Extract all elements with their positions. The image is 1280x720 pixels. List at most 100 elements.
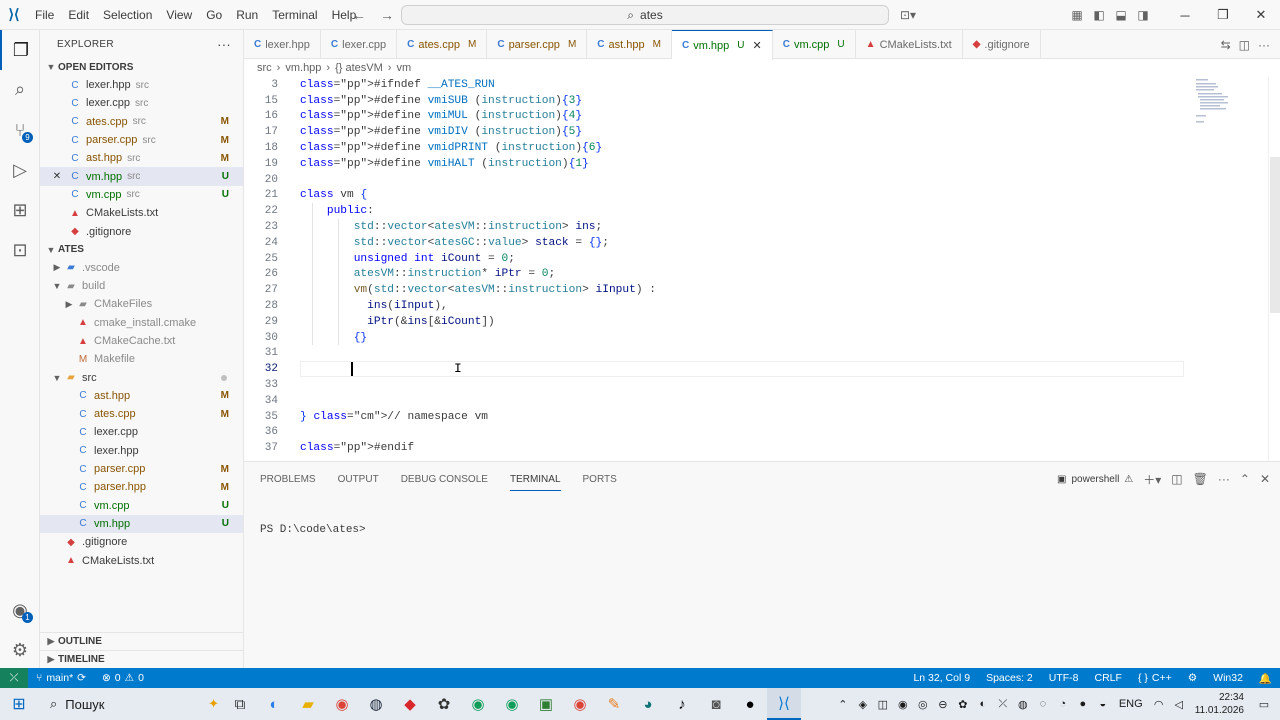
project-header[interactable]: ▼ ATES (40, 241, 243, 259)
accounts-icon[interactable]: ◉ 1 (0, 590, 40, 630)
more-actions-icon[interactable]: ··· (1258, 38, 1270, 52)
tray-app-icon[interactable]: ✿ (953, 698, 973, 711)
tree-item[interactable]: ▲ CMakeCache.txt (40, 332, 243, 350)
tree-item[interactable]: Clexer.hpp (40, 442, 243, 460)
remote-explorer-icon[interactable]: ⊡ (0, 230, 40, 270)
open-editor-item[interactable]: ✕ Cvm.hpp src U (40, 167, 243, 186)
tree-item[interactable]: ◆ .gitignore (40, 533, 243, 551)
tab-close-icon[interactable]: ✕ (753, 39, 762, 52)
windows-start-icon[interactable]: ⊞ (0, 688, 38, 720)
tree-item[interactable]: ▼ ▰ src (40, 368, 243, 386)
timeline-header[interactable]: ▶ TIMELINE (40, 650, 243, 668)
breadcrumb-item[interactable]: {} atesVM (335, 62, 383, 74)
tree-item[interactable]: Cast.hpp M (40, 387, 243, 405)
taskbar-search[interactable]: ⌕ Пошук ✦ (38, 688, 223, 720)
close-window-button[interactable]: ✕ (1242, 0, 1280, 30)
app-red-icon[interactable]: ◆ (393, 688, 427, 720)
extensions-icon[interactable]: ⊞ (0, 190, 40, 230)
open-editor-item[interactable]: Cparser.cpp src M (40, 131, 243, 149)
camera-icon[interactable]: ◙ (699, 688, 733, 720)
tree-item[interactable]: Cates.cpp M (40, 405, 243, 423)
tree-item[interactable]: ▶ ▰ CMakeFiles (40, 295, 243, 313)
tray-app-icon[interactable]: ◍ (1013, 698, 1033, 711)
menu-edit[interactable]: Edit (61, 0, 96, 30)
back-arrow-icon[interactable]: ← (352, 7, 366, 23)
code-editor[interactable]: 3 class="pp">#ifndef __ATES_RUN 15 class="p… (244, 77, 1268, 461)
chrome-icon[interactable]: ◉ (563, 688, 597, 720)
tree-item[interactable]: ▲ cmake_install.cmake (40, 314, 243, 332)
open-editor-item[interactable]: Clexer.cpp src (40, 94, 243, 112)
breadcrumb-item[interactable]: vm (396, 62, 411, 74)
open-changes-icon[interactable]: ⇆ (1221, 38, 1231, 52)
volume-icon[interactable]: ◁ (1169, 698, 1189, 711)
close-icon[interactable]: ✕ (50, 171, 64, 182)
chrome-icon[interactable]: ◉ (495, 688, 529, 720)
explorer-icon[interactable]: ❐ (0, 30, 40, 70)
scrollbar-thumb[interactable] (1270, 157, 1280, 313)
terminal-shell-selector[interactable]: ▣ powershell ⚠ (1057, 474, 1133, 485)
tray-app-icon[interactable]: ◐ (973, 698, 993, 710)
tab-ates-cpp[interactable]: Cates.cpp M (397, 30, 488, 59)
github-icon[interactable]: ● (733, 688, 767, 720)
tree-item[interactable]: Clexer.cpp (40, 423, 243, 441)
panel-tab-terminal[interactable]: TERMINAL (509, 468, 561, 491)
tray-app-icon[interactable]: ◌ (1033, 698, 1053, 710)
kill-terminal-icon[interactable]: 🗑 (1193, 472, 1208, 486)
chrome-icon[interactable]: ◉ (325, 688, 359, 720)
notification-center-icon[interactable]: ▭ (1254, 698, 1274, 711)
more-actions-icon[interactable]: ··· (217, 37, 231, 52)
tab-lexer-hpp[interactable]: Clexer.hpp (244, 30, 321, 59)
panel-tab-debug-console[interactable]: DEBUG CONSOLE (401, 474, 488, 485)
tab-vm-cpp[interactable]: Cvm.cpp U (773, 30, 856, 59)
tray-app-icon[interactable]: ⊖ (933, 698, 953, 711)
editor-scrollbar[interactable] (1268, 77, 1280, 461)
forward-arrow-icon[interactable]: → (380, 7, 394, 23)
file-explorer-icon[interactable]: ▰ (291, 688, 325, 720)
copilot-app-icon[interactable]: ◐ (257, 688, 291, 720)
tab-lexer-cpp[interactable]: Clexer.cpp (321, 30, 398, 59)
command-center-search[interactable]: ⌕ ates (401, 5, 889, 25)
close-panel-icon[interactable]: ✕ (1260, 472, 1270, 486)
app-green-icon[interactable]: ▣ (529, 688, 563, 720)
maximize-button[interactable]: ❐ (1204, 0, 1242, 30)
cursor-position[interactable]: Ln 32, Col 9 (905, 672, 978, 684)
toggle-secondary-sidebar-icon[interactable]: ◨ (1132, 0, 1154, 30)
open-editor-item[interactable]: Cvm.cpp src U (40, 186, 243, 204)
menu-file[interactable]: File (28, 0, 61, 30)
breadcrumb-item[interactable]: src (257, 62, 272, 74)
menu-terminal[interactable]: Terminal (265, 0, 324, 30)
platform[interactable]: Win32 (1205, 672, 1251, 684)
line-endings[interactable]: CRLF (1087, 672, 1130, 684)
tree-item[interactable]: Cvm.cpp U (40, 497, 243, 515)
chrome-icon[interactable]: ◉ (461, 688, 495, 720)
network-icon[interactable]: ◠ (1149, 698, 1169, 711)
notifications-icon[interactable]: 🔔 (1251, 672, 1280, 685)
tree-item[interactable]: ▼ ▰ build (40, 277, 243, 295)
edge-icon[interactable]: ◕ (631, 688, 665, 720)
breadcrumb-item[interactable]: vm.hpp (285, 62, 321, 74)
tree-item[interactable]: M Makefile (40, 350, 243, 368)
keyboard-language[interactable]: ENG (1113, 698, 1149, 710)
run-debug-icon[interactable]: ▷ (0, 150, 40, 190)
tree-item[interactable]: Cparser.hpp M (40, 478, 243, 496)
branch-indicator[interactable]: ⑂ main* ⟳ (28, 672, 94, 684)
open-editor-item[interactable]: ▲ CMakeLists.txt (40, 204, 243, 222)
tree-item[interactable]: Cparser.cpp M (40, 460, 243, 478)
menu-selection[interactable]: Selection (96, 0, 159, 30)
outline-header[interactable]: ▶ OUTLINE (40, 632, 243, 650)
language-mode[interactable]: { } C++ (1130, 672, 1180, 684)
tab-parser-cpp[interactable]: Cparser.cpp M (487, 30, 588, 59)
tray-app-icon[interactable]: ● (1073, 698, 1093, 710)
tray-app-icon[interactable]: ◈ (853, 698, 873, 711)
open-editor-item[interactable]: Cast.hpp src M (40, 149, 243, 167)
tray-app-icon[interactable]: ◒ (1093, 698, 1113, 710)
open-editor-item[interactable]: Cates.cpp src M (40, 113, 243, 131)
tray-app-icon[interactable]: ⤫ (993, 698, 1013, 711)
task-view-icon[interactable]: ⧉ (223, 688, 257, 720)
tiktok-icon[interactable]: ♪ (665, 688, 699, 720)
copilot-icon[interactable]: ⊡▾ (900, 0, 916, 30)
new-terminal-icon[interactable]: ＋▾ (1143, 471, 1161, 488)
app-settings-icon[interactable]: ✿ (427, 688, 461, 720)
tree-item[interactable]: Cvm.hpp U (40, 514, 243, 534)
app-colorful-icon[interactable]: ✎ (597, 688, 631, 720)
